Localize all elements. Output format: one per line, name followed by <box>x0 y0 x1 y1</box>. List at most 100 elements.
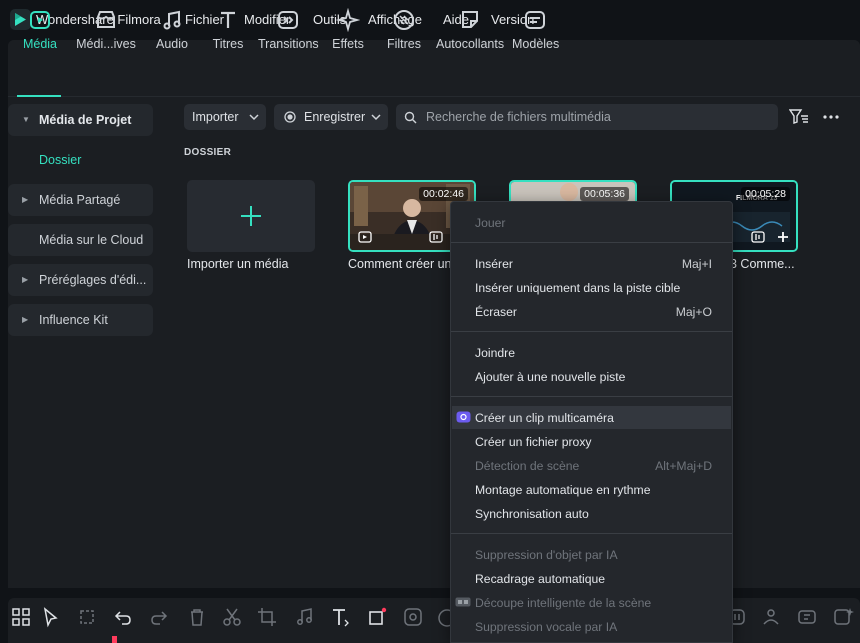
tab-effects-label: Effets <box>332 37 364 51</box>
caret-right-icon: ▶ <box>22 275 29 284</box>
shortcut-scene-detection: Alt+Maj+D <box>655 459 712 473</box>
menu-item-auto-reframe[interactable]: Recadrage automatique <box>475 572 605 586</box>
shortcut-insert: Maj+I <box>681 257 712 271</box>
menu-item-join[interactable]: Joindre <box>475 346 515 360</box>
menu-item-create-multicam[interactable]: Créer un clip multicaméra <box>475 411 614 425</box>
sidebar-item-project-media[interactable]: ▼ Média de Projet <box>8 104 153 136</box>
context-menu: Jouer Insérer Maj+I Insérer uniquement d… <box>450 201 733 643</box>
playhead-marker[interactable] <box>112 636 117 643</box>
tab-stickers-label: Autocollants <box>436 37 505 51</box>
sidebar-item-label: Média Partagé <box>39 193 121 207</box>
sparkle-effects-icon <box>336 8 360 32</box>
sidebar-item-presets[interactable]: ▶ Préréglages d'édi... <box>8 264 153 296</box>
menu-item-ai-vocal-removal: Suppression vocale par IA <box>475 620 618 634</box>
ai-badge-icon <box>455 597 471 607</box>
more-options-icon[interactable] <box>822 110 840 124</box>
add-text-icon[interactable] <box>330 606 352 628</box>
layout-grid-icon[interactable] <box>10 606 32 628</box>
undo-icon[interactable] <box>112 606 134 628</box>
search-placeholder: Recherche de fichiers multimédia <box>426 110 611 124</box>
sidebar-item-label: Média de Projet <box>39 113 132 127</box>
menu-item-insert[interactable]: Insérer <box>475 257 513 271</box>
clip-duration: 00:05:28 <box>741 187 790 201</box>
chevron-down-icon <box>371 114 381 121</box>
redo-icon[interactable] <box>148 606 170 628</box>
caret-right-icon: ▶ <box>22 315 29 324</box>
tab-media[interactable]: Média <box>20 4 60 54</box>
tab-filters-label: Filtres <box>386 37 422 51</box>
sidebar-item-folder[interactable]: Dossier <box>39 153 81 167</box>
tracking-icon[interactable] <box>796 606 818 628</box>
tab-titles[interactable]: Titres <box>208 4 248 54</box>
transition-icon <box>278 11 298 29</box>
sidebar-item-cloud-media[interactable]: Média sur le Cloud <box>8 224 153 256</box>
menu-divider <box>451 242 732 243</box>
store-icon <box>97 11 115 28</box>
plus-icon <box>241 206 261 226</box>
filter-icon <box>394 10 414 30</box>
record-button-label: Enregistrer <box>304 110 366 124</box>
menu-item-add-new-track[interactable]: Ajouter à une nouvelle piste <box>475 370 625 384</box>
audio-edit-icon[interactable] <box>294 606 316 628</box>
search-icon <box>404 111 417 124</box>
sidebar-item-influence-kit[interactable]: ▶ Influence Kit <box>8 304 153 336</box>
multi-track-icon[interactable] <box>760 606 782 628</box>
tab-transitions[interactable]: Transitions <box>258 4 319 54</box>
shape-icon[interactable] <box>366 606 388 628</box>
music-note-icon <box>163 10 181 30</box>
tab-titles-label: Titres <box>212 37 244 51</box>
menu-item-create-proxy[interactable]: Créer un fichier proxy <box>475 435 592 449</box>
text-icon <box>221 11 235 28</box>
crop-icon[interactable] <box>256 606 278 628</box>
menu-item-play: Jouer <box>475 216 506 230</box>
add-to-timeline-icon[interactable] <box>776 230 790 244</box>
menu-divider <box>451 396 732 397</box>
sidebar-item-label: Préréglages d'édi... <box>39 273 147 287</box>
tab-templates[interactable]: Modèles <box>512 4 560 54</box>
menu-item-scene-detection: Détection de scène <box>475 459 580 473</box>
audio-track-icon <box>429 231 443 243</box>
folder-section-label: DOSSIER <box>184 147 232 158</box>
tab-filters[interactable]: Filtres <box>386 4 422 54</box>
import-media-card[interactable] <box>187 180 315 252</box>
tab-stock-media[interactable]: Médi...ives <box>74 4 138 54</box>
tab-templates-label: Modèles <box>512 37 560 51</box>
chevron-down-icon <box>249 114 259 121</box>
menu-item-ai-object-removal: Suppression d'objet par IA <box>475 548 618 562</box>
tab-media-label: Média <box>22 37 58 51</box>
crop-frame-icon[interactable] <box>76 606 98 628</box>
template-icon <box>525 11 545 29</box>
audio-track-icon <box>751 231 765 243</box>
menu-item-insert-target-track[interactable]: Insérer uniquement dans la piste cible <box>475 281 680 295</box>
caret-right-icon: ▶ <box>22 195 29 204</box>
import-button[interactable]: Importer <box>184 104 266 130</box>
tab-stickers[interactable]: Autocollants <box>436 4 504 54</box>
scissors-icon[interactable] <box>221 606 243 628</box>
menu-item-beat-sync[interactable]: Montage automatique en rythme <box>475 483 650 497</box>
tab-effects[interactable]: Effets <box>330 4 366 54</box>
sidebar <box>8 97 180 588</box>
tab-audio[interactable]: Audio <box>152 4 192 54</box>
caret-down-icon: ▼ <box>22 115 30 124</box>
select-cursor-icon[interactable] <box>40 606 62 628</box>
menu-divider <box>451 331 732 332</box>
search-input[interactable]: Recherche de fichiers multimédia <box>396 104 778 130</box>
video-clip-icon <box>358 231 372 243</box>
menu-item-overwrite[interactable]: Écraser <box>475 305 517 319</box>
record-button[interactable]: Enregistrer <box>274 104 388 130</box>
sidebar-item-shared-media[interactable]: ▶ Média Partagé <box>8 184 153 216</box>
delete-icon[interactable] <box>186 606 208 628</box>
sidebar-item-label: Média sur le Cloud <box>39 233 144 247</box>
import-media-label: Importer un média <box>187 257 289 271</box>
menu-item-auto-sync[interactable]: Synchronisation auto <box>475 507 589 521</box>
sidebar-item-label: Influence Kit <box>39 313 108 327</box>
sticker-icon <box>462 11 478 28</box>
tab-audio-label: Audio <box>156 37 188 51</box>
tab-stock-media-label: Médi...ives <box>76 37 136 51</box>
clip-duration: 00:02:46 <box>419 187 468 201</box>
tab-transitions-label: Transitions <box>258 37 319 51</box>
ai-tool-icon[interactable] <box>402 606 424 628</box>
filter-sort-icon[interactable] <box>789 108 809 126</box>
import-button-label: Importer <box>192 110 239 124</box>
ai-sparkle-icon[interactable] <box>832 606 854 628</box>
